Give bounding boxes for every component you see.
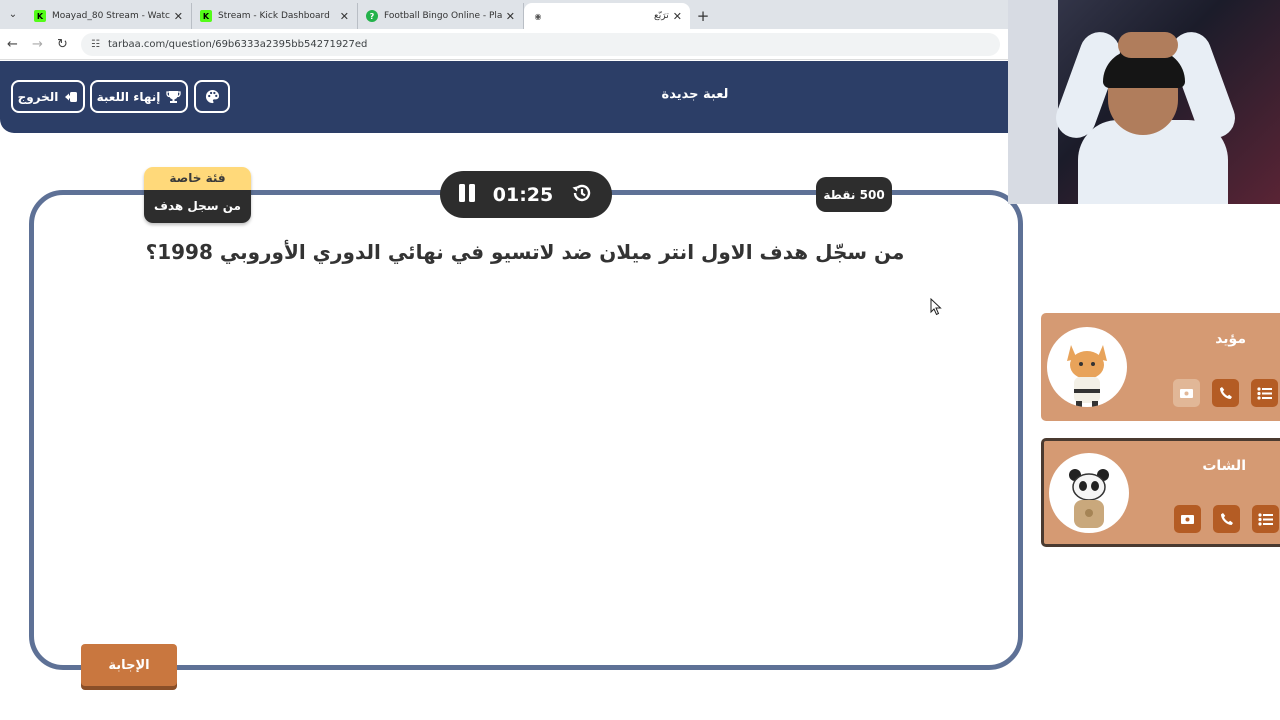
pause-button[interactable] (458, 183, 476, 207)
question-text: من سجّل هدف الاول انتر ميلان ضد لاتسيو ف… (145, 240, 905, 264)
player-name: الشات (1202, 458, 1246, 474)
player-call-button[interactable] (1212, 379, 1239, 407)
phone-icon (1219, 387, 1232, 399)
browser-tab-strip: ⌄ K Moayad_80 Stream - Watch Live on Kic… (0, 0, 1008, 29)
plus-icon: + (696, 7, 710, 25)
close-icon[interactable]: ✕ (673, 10, 682, 23)
webcam-hands (1118, 32, 1178, 58)
chevron-down-icon: ⌄ (8, 9, 18, 20)
player-call-button[interactable] (1213, 505, 1240, 533)
points-badge: 500 نقطة (816, 177, 892, 212)
timer: 01:25 (440, 171, 612, 218)
category-label: فئة خاصة (144, 167, 251, 190)
tab-title: Stream - Kick Dashboard (218, 11, 330, 21)
browser-tab-2[interactable]: K Stream - Kick Dashboard ✕ (192, 3, 358, 29)
screen: ⌄ K Moayad_80 Stream - Watch Live on Kic… (0, 0, 1280, 720)
palette-icon (205, 89, 219, 104)
list-icon (1258, 512, 1273, 526)
address-bar: ← → ↻ ☷ tarbaa.com/question/69b6333a2395… (0, 29, 1008, 60)
tab-title: ترَبّع (654, 11, 669, 21)
close-icon[interactable]: ✕ (174, 10, 183, 23)
tarbaa-logo-icon: ◉ (534, 11, 542, 21)
phone-icon (1220, 513, 1233, 525)
swap-icon (1180, 388, 1193, 398)
url-text: tarbaa.com/question/69b6333a2395bb542719… (107, 38, 368, 50)
close-icon[interactable]: ✕ (506, 10, 515, 23)
help-circle-icon: ? (366, 10, 378, 22)
end-game-button[interactable]: إنهاء اللعبة (90, 80, 188, 113)
swap-icon (1181, 514, 1194, 524)
browser-tab-1[interactable]: K Moayad_80 Stream - Watch Live on Kick … (26, 3, 192, 29)
kick-logo-icon: K (200, 10, 212, 22)
kick-logo-icon: K (34, 10, 46, 22)
player-swap-button[interactable] (1174, 505, 1201, 533)
player-list-button[interactable] (1252, 505, 1279, 533)
tab-title: Moayad_80 Stream - Watch Live on Kick (52, 11, 170, 21)
player-list-button[interactable] (1251, 379, 1278, 407)
cat-avatar-icon (1047, 327, 1127, 407)
history-icon (572, 184, 591, 201)
pause-icon (459, 183, 475, 202)
player-swap-button[interactable] (1173, 379, 1200, 407)
player-card: مؤيد (1041, 313, 1280, 421)
category-badge: فئة خاصة من سجل هدف (144, 167, 251, 223)
browser-tab-4[interactable]: ◉ ترَبّع ✕ (524, 3, 690, 29)
palette-button[interactable] (194, 80, 230, 113)
exit-button[interactable]: الخروج (11, 80, 85, 113)
site-info-icon[interactable]: ☷ (91, 39, 100, 50)
player-name: مؤيد (1215, 331, 1246, 347)
reset-timer-button[interactable] (570, 181, 594, 209)
end-game-label: إنهاء اللعبة (96, 89, 161, 104)
exit-label: الخروج (17, 89, 59, 104)
new-tab-button[interactable]: + (690, 3, 716, 29)
browser-tab-3[interactable]: ? Football Bingo Online - Play Now ✕ (358, 3, 524, 29)
list-icon (1257, 386, 1272, 400)
close-icon[interactable]: ✕ (340, 10, 349, 23)
forward-icon[interactable]: → (25, 37, 50, 52)
timer-value: 01:25 (492, 183, 554, 206)
category-name: من سجل هدف (144, 190, 251, 223)
reload-icon[interactable]: ↻ (50, 37, 75, 52)
back-icon[interactable]: ← (0, 37, 25, 52)
app-header: الخروج إنهاء اللعبة لعبة جديدة (0, 61, 1008, 133)
player-card-active: الشات (1041, 438, 1280, 547)
webcam-wall (1008, 0, 1058, 204)
url-field[interactable]: ☷ tarbaa.com/question/69b6333a2395bb5427… (81, 32, 1000, 56)
logout-icon (65, 91, 78, 102)
answer-button[interactable]: الإجابة (81, 644, 177, 686)
game-title: لعبة جديدة (661, 87, 729, 102)
tab-title: Football Bingo Online - Play Now (384, 11, 502, 21)
trophy-icon (166, 90, 182, 103)
webcam-overlay (1008, 0, 1280, 204)
tab-search-button[interactable]: ⌄ (0, 0, 26, 29)
panda-avatar-icon (1049, 453, 1129, 533)
mouse-cursor-icon (930, 297, 942, 320)
